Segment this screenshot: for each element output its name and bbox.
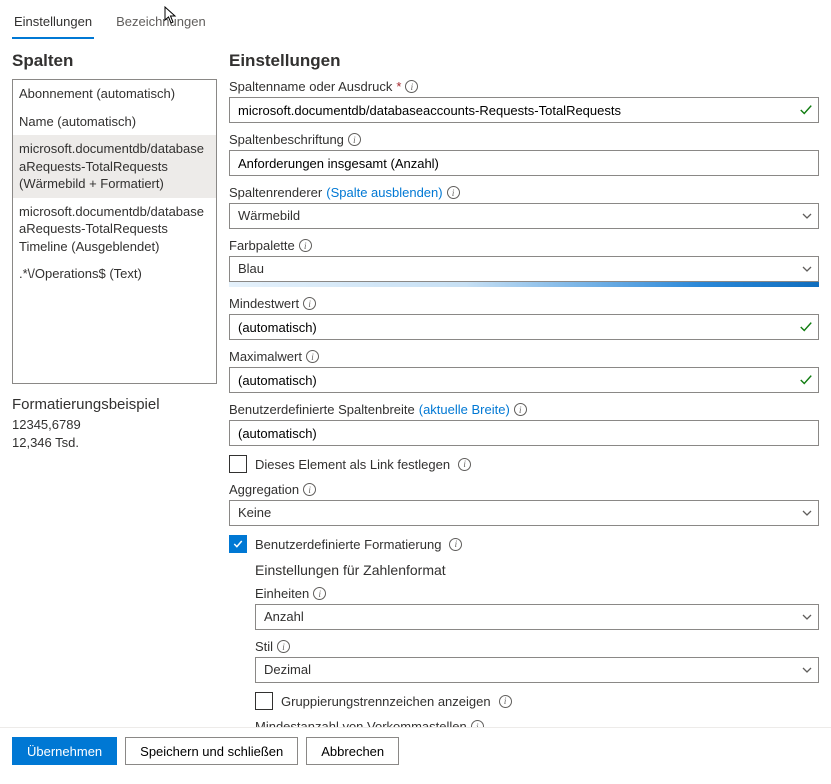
as-link-label: Dieses Element als Link festlegen [255, 457, 450, 472]
as-link-checkbox[interactable] [229, 455, 247, 473]
grouping-label: Gruppierungstrennzeichen anzeigen [281, 694, 491, 709]
columns-list[interactable]: Abonnement (automatisch) Name (automatis… [12, 79, 217, 384]
info-icon[interactable]: i [277, 640, 290, 653]
save-close-button[interactable]: Speichern und schließen [125, 737, 298, 765]
max-label: Maximalwert [229, 349, 302, 364]
width-input[interactable] [229, 420, 819, 446]
units-select[interactable]: Anzahl [255, 604, 819, 630]
list-item[interactable]: microsoft.documentdb/databaseaRequests-T… [13, 198, 216, 261]
grouping-checkbox[interactable] [255, 692, 273, 710]
list-item[interactable]: .*\/Operations$ (Text) [13, 260, 216, 288]
info-icon[interactable]: i [303, 297, 316, 310]
format-example-1: 12345,6789 [12, 417, 217, 432]
check-icon [799, 320, 813, 334]
info-icon[interactable]: i [499, 695, 512, 708]
palette-select[interactable]: Blau [229, 256, 819, 282]
current-width-link[interactable]: (aktuelle Breite) [419, 402, 510, 417]
hide-column-link[interactable]: (Spalte ausblenden) [326, 185, 442, 200]
min-label: Mindestwert [229, 296, 299, 311]
min-input[interactable] [229, 314, 819, 340]
info-icon[interactable]: i [405, 80, 418, 93]
list-item[interactable]: microsoft.documentdb/databaseaRequests-T… [13, 135, 216, 198]
info-icon[interactable]: i [514, 403, 527, 416]
info-icon[interactable]: i [449, 538, 462, 551]
chevron-down-icon [801, 611, 813, 623]
column-caption-label: Spaltenbeschriftung [229, 132, 344, 147]
aggregation-select[interactable]: Keine [229, 500, 819, 526]
settings-heading: Einstellungen [229, 51, 819, 71]
check-icon [799, 373, 813, 387]
check-icon [799, 103, 813, 117]
cancel-button[interactable]: Abbrechen [306, 737, 399, 765]
tab-settings[interactable]: Einstellungen [12, 8, 94, 39]
units-label: Einheiten [255, 586, 309, 601]
renderer-label: Spaltenrenderer [229, 185, 322, 200]
info-icon[interactable]: i [313, 587, 326, 600]
chevron-down-icon [801, 507, 813, 519]
columns-heading: Spalten [12, 51, 217, 71]
width-label: Benutzerdefinierte Spaltenbreite [229, 402, 415, 417]
chevron-down-icon [801, 263, 813, 275]
column-name-label: Spaltenname oder Ausdruck [229, 79, 392, 94]
info-icon[interactable]: i [458, 458, 471, 471]
custom-format-label: Benutzerdefinierte Formatierung [255, 537, 441, 552]
renderer-select[interactable]: Wärmebild [229, 203, 819, 229]
style-label: Stil [255, 639, 273, 654]
chevron-down-icon [801, 664, 813, 676]
info-icon[interactable]: i [306, 350, 319, 363]
format-example-heading: Formatierungsbeispiel [12, 396, 217, 413]
column-caption-input[interactable] [229, 150, 819, 176]
palette-gradient [229, 282, 819, 287]
list-item[interactable]: Name (automatisch) [13, 108, 216, 136]
column-name-input[interactable] [229, 97, 819, 123]
number-format-heading: Einstellungen für Zahlenformat [255, 562, 819, 578]
required-icon: * [396, 79, 401, 94]
max-input[interactable] [229, 367, 819, 393]
palette-label: Farbpalette [229, 238, 295, 253]
info-icon[interactable]: i [299, 239, 312, 252]
tab-labels[interactable]: Bezeichnungen [114, 8, 208, 39]
info-icon[interactable]: i [348, 133, 361, 146]
apply-button[interactable]: Übernehmen [12, 737, 117, 765]
chevron-down-icon [801, 210, 813, 222]
info-icon[interactable]: i [303, 483, 316, 496]
list-item[interactable]: Abonnement (automatisch) [13, 80, 216, 108]
style-select[interactable]: Dezimal [255, 657, 819, 683]
format-example-2: 12,346 Tsd. [12, 435, 217, 450]
custom-format-checkbox[interactable] [229, 535, 247, 553]
aggregation-label: Aggregation [229, 482, 299, 497]
info-icon[interactable]: i [447, 186, 460, 199]
